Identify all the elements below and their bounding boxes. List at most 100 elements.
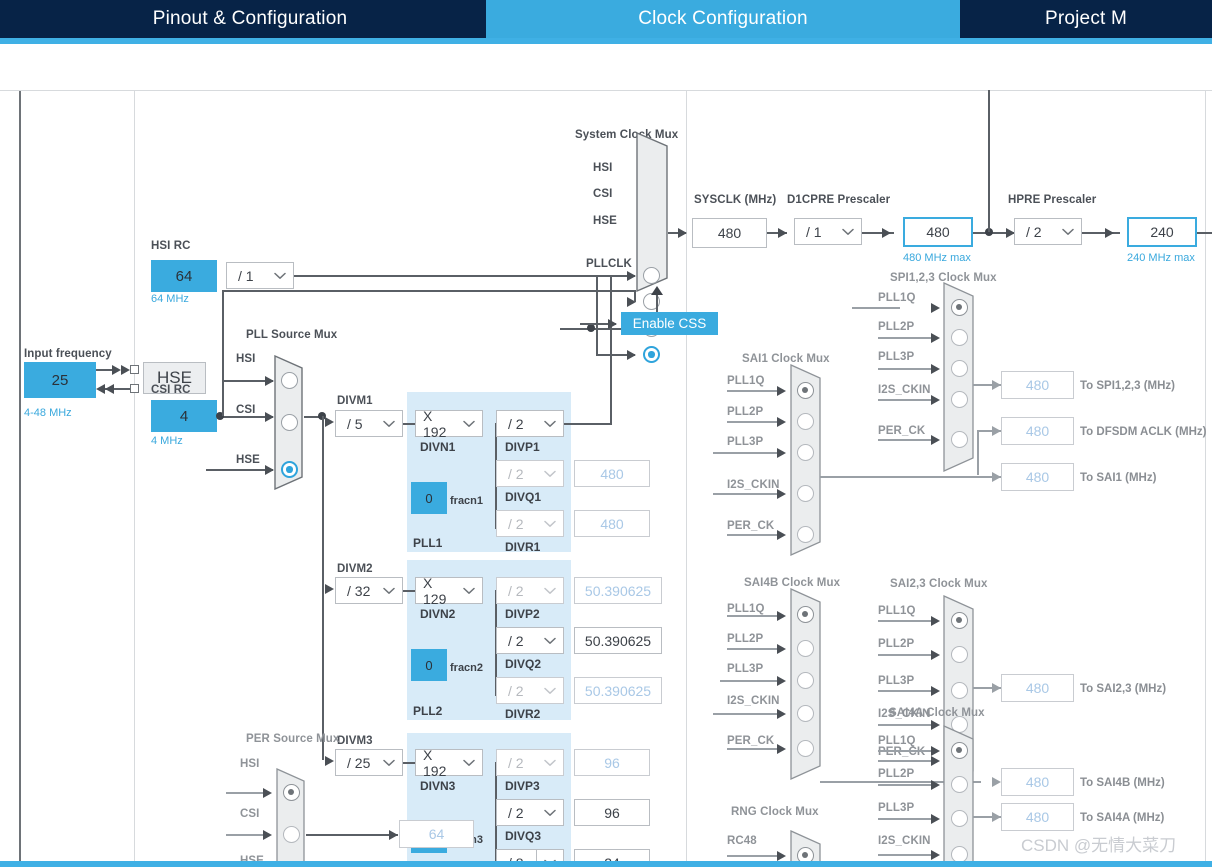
sai4a-mux-radio-3[interactable] <box>951 846 968 861</box>
sai1-mux-radio-1[interactable] <box>797 413 814 430</box>
chevron-down-icon <box>376 759 402 767</box>
sai1-mux-radio-3[interactable] <box>797 485 814 502</box>
pll3-divn-select[interactable]: X 192 <box>415 747 483 779</box>
pll2-fracn-field[interactable]: 0 <box>411 649 447 681</box>
pll1-divp-select[interactable]: / 2 <box>496 410 564 437</box>
pll1-divq-select[interactable]: / 2 <box>496 460 564 487</box>
pll3-divp-output[interactable]: 96 <box>574 749 650 776</box>
hsi-rc-value[interactable]: 64 <box>151 260 217 292</box>
pll3-divm-select[interactable]: / 25 <box>335 749 403 776</box>
wire-spi-in-2 <box>878 368 931 370</box>
pll2-divn-select[interactable]: X 129 <box>415 575 483 607</box>
pll3-divr-select[interactable]: / 8 <box>496 849 564 861</box>
sai4b-mux-radio-1[interactable] <box>797 640 814 657</box>
arrow-icon <box>777 709 786 719</box>
spi-mux-radio-1[interactable] <box>951 329 968 346</box>
sysclk-field[interactable]: 480 <box>692 218 767 248</box>
pll2-divp-label: DIVP2 <box>505 607 540 621</box>
sai4b-mux-radio-4[interactable] <box>797 740 814 757</box>
pll2-divp-select[interactable]: / 2 <box>496 577 564 604</box>
system-clock-mux-input-2: HSE <box>593 215 617 227</box>
sai4b-output-field[interactable]: 480 <box>1001 768 1074 796</box>
sai4b-mux-radio-2[interactable] <box>797 672 814 689</box>
pll3-divp-select[interactable]: / 2 <box>496 749 564 776</box>
sai1-output-field[interactable]: 480 <box>1001 463 1074 491</box>
sai4a-output-field[interactable]: 480 <box>1001 803 1074 831</box>
hsi-divider-select[interactable]: / 1 <box>226 262 294 289</box>
per-source-mux[interactable] <box>276 768 310 861</box>
sysclk-label: SYSCLK (MHz) <box>694 194 777 206</box>
pll2-name: PLL2 <box>413 704 443 718</box>
sai1-mux-radio-2[interactable] <box>797 444 814 461</box>
pll1-divq-output[interactable]: 480 <box>574 460 650 487</box>
arrow-icon <box>777 489 786 499</box>
pll1-divr-output[interactable]: 480 <box>574 510 650 537</box>
pll3-divr-output[interactable]: 24 <box>574 849 650 861</box>
sai23-mux-radio-2[interactable] <box>951 682 968 699</box>
sai23-mux-radio-1[interactable] <box>951 646 968 663</box>
spi-mux-radio-4[interactable] <box>951 431 968 448</box>
pll1-fracn-field[interactable]: 0 <box>411 482 447 514</box>
per-output-field[interactable]: 64 <box>399 820 474 848</box>
tab-pinout-configuration[interactable]: Pinout & Configuration <box>14 0 486 38</box>
pll-source-mux-input-0: HSI <box>236 353 256 365</box>
wire-per-in-0 <box>226 792 264 794</box>
pll-source-mux-radio-2[interactable] <box>281 461 298 478</box>
wire-hpre-right <box>1197 232 1212 234</box>
pll1-divr-select[interactable]: / 2 <box>496 510 564 537</box>
per-source-mux-radio-1[interactable] <box>283 826 300 843</box>
sai4b-mux-radio-3[interactable] <box>797 705 814 722</box>
spi-mux-radio-2[interactable] <box>951 360 968 377</box>
arrow-icon <box>112 365 121 375</box>
system-clock-mux-radio-3[interactable] <box>643 346 660 363</box>
main-tab-bar: Pinout & Configuration Clock Configurati… <box>0 0 1212 38</box>
sai1-mux-radio-0[interactable] <box>797 382 814 399</box>
sai4a-mux-radio-0[interactable] <box>951 742 968 759</box>
sai23-output-field[interactable]: 480 <box>1001 674 1074 702</box>
spi-mux-input-0: PLL1Q <box>878 292 916 304</box>
pll-source-mux-radio-1[interactable] <box>281 414 298 431</box>
sai23-mux-input-2: PLL3P <box>878 675 915 687</box>
pll-source-mux-radio-0[interactable] <box>281 372 298 389</box>
pll2-divm-select[interactable]: / 32 <box>335 577 403 604</box>
pll3-divq-output[interactable]: 96 <box>574 799 650 826</box>
wire-hse-to-pllmux <box>206 469 273 471</box>
enable-css-button[interactable]: Enable CSS <box>621 312 718 335</box>
pll2-divr-output[interactable]: 50.390625 <box>574 677 662 704</box>
hpre-output-field[interactable]: 240 <box>1127 217 1197 247</box>
csi-rc-value[interactable]: 4 <box>151 400 217 432</box>
pll1-divq-value: / 2 <box>508 465 524 482</box>
input-frequency-field[interactable]: 25 <box>24 362 96 398</box>
spi-output-field[interactable]: 480 <box>1001 371 1074 399</box>
hpre-select[interactable]: / 2 <box>1014 218 1082 245</box>
pll2-divp-output[interactable]: 50.390625 <box>574 577 662 604</box>
pll1-divm-select[interactable]: / 5 <box>335 410 403 437</box>
sai4b-mux-radio-0[interactable] <box>797 606 814 623</box>
sai4a-mux-radio-2[interactable] <box>951 810 968 827</box>
sai4a-output-label: To SAI4A (MHz) <box>1080 812 1165 824</box>
d1cpre-select[interactable]: / 1 <box>794 218 862 245</box>
sai1-mux-radio-4[interactable] <box>797 526 814 543</box>
d1cpre-output-field[interactable]: 480 <box>903 217 973 247</box>
pll3-divq-select[interactable]: / 2 <box>496 799 564 826</box>
arrow-icon <box>777 744 786 754</box>
sai4a-mux-input-2: PLL3P <box>878 802 915 814</box>
wire-sai23-in-2 <box>878 690 931 692</box>
tab-project-manager[interactable]: Project M <box>960 0 1212 38</box>
tab-clock-configuration[interactable]: Clock Configuration <box>486 0 960 38</box>
pll2-divq-output[interactable]: 50.390625 <box>574 627 662 654</box>
arrow-icon <box>96 384 105 394</box>
system-clock-mux-radio-0[interactable] <box>643 267 660 284</box>
pll2-divq-select[interactable]: / 2 <box>496 627 564 654</box>
per-source-mux-radio-0[interactable] <box>283 784 300 801</box>
pll2-divr-select[interactable]: / 2 <box>496 677 564 704</box>
sai4a-mux-radio-1[interactable] <box>951 776 968 793</box>
input-frequency-range: 4-48 MHz <box>24 407 72 419</box>
spi-mux-radio-0[interactable] <box>951 299 968 316</box>
dfsdm-output-field[interactable]: 480 <box>1001 417 1074 445</box>
spi-mux-radio-3[interactable] <box>951 391 968 408</box>
clock-tree-canvas[interactable]: Input frequency 25 4-48 MHz HSE HSI RC 6… <box>0 90 1212 861</box>
sai23-mux-radio-0[interactable] <box>951 612 968 629</box>
rng-mux-radio-0[interactable] <box>797 847 814 861</box>
pll1-divn-select[interactable]: X 192 <box>415 408 483 440</box>
